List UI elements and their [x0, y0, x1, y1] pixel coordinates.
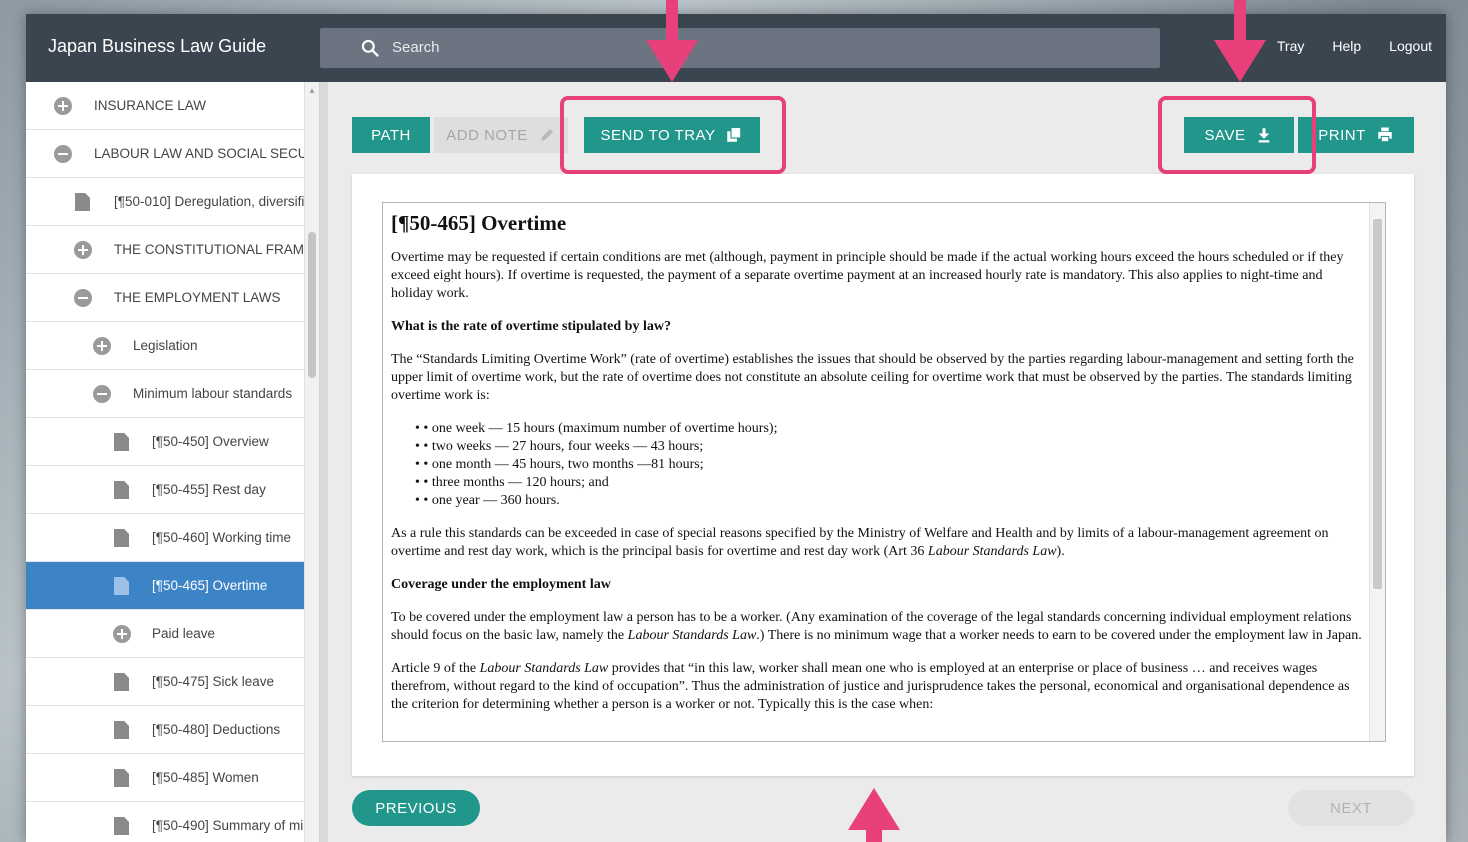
arrow-down-icon — [1214, 0, 1266, 82]
search-icon — [361, 39, 379, 57]
printer-icon — [1378, 127, 1392, 143]
document-icon — [114, 577, 129, 595]
sidebar-item-summary[interactable]: [¶50-490] Summary of mi — [26, 802, 305, 842]
document-icon — [114, 673, 129, 691]
document-scrollbar[interactable] — [1369, 203, 1385, 741]
sidebar-item-overtime[interactable]: [¶50-465] Overtime — [26, 562, 305, 610]
tray-link[interactable]: Tray — [1277, 38, 1304, 54]
send-to-tray-highlight — [560, 96, 786, 174]
sidebar-item-legislation[interactable]: Legislation — [26, 322, 305, 370]
sidebar-item-label: INSURANCE LAW — [94, 98, 207, 113]
sidebar-item-deregulation[interactable]: [¶50-010] Deregulation, diversifi — [26, 178, 305, 226]
sidebar-item-label: [¶50-460] Working time — [152, 530, 292, 545]
document-icon — [114, 481, 129, 499]
add-note-button-label: ADD NOTE — [446, 126, 528, 144]
section-heading: What is the rate of overtime stipulated … — [391, 319, 671, 334]
list-item: one week — 15 hours (maximum number of o… — [415, 420, 1363, 438]
sidebar-item-working-time[interactable]: [¶50-460] Working time — [26, 514, 305, 562]
minus-circle-icon[interactable] — [74, 289, 92, 307]
sidebar-tree: INSURANCE LAW LABOUR LAW AND SOCIAL SECU… — [26, 82, 320, 842]
sidebar-item-label: [¶50-465] Overtime — [152, 578, 268, 593]
arrow-down-icon — [646, 0, 698, 82]
sidebar-item-label: [¶50-450] Overview — [152, 434, 269, 449]
sidebar-item-sick-leave[interactable]: [¶50-475] Sick leave — [26, 658, 305, 706]
document-icon — [114, 529, 129, 547]
search-input[interactable]: Search — [320, 28, 1160, 68]
list-item: one year — 360 hours. — [415, 492, 1363, 510]
paragraph: To be covered under the employment law a… — [391, 610, 1362, 643]
sidebar-item-label: [¶50-010] Deregulation, diversifi — [114, 194, 305, 209]
sidebar-item-label: THE EMPLOYMENT LAWS — [114, 290, 281, 305]
path-button[interactable]: PATH — [352, 117, 430, 153]
document-icon — [75, 193, 90, 211]
add-note-button[interactable]: ADD NOTE — [434, 117, 568, 153]
sidebar-item-label: Paid leave — [152, 626, 216, 641]
document-icon — [114, 817, 129, 835]
paragraph: Article 9 of the Labour Standards Law pr… — [391, 661, 1350, 712]
pencil-icon — [540, 129, 553, 141]
sidebar-item-constitutional-frame[interactable]: THE CONSTITUTIONAL FRAME — [26, 226, 305, 274]
document-scroll-thumb[interactable] — [1373, 219, 1382, 589]
app-title[interactable]: Japan Business Law Guide — [48, 36, 266, 57]
plus-circle-icon[interactable] — [113, 625, 131, 643]
document-card: [¶50-465] Overtime Overtime may be reque… — [352, 174, 1414, 776]
document-icon — [114, 769, 129, 787]
sidebar-item-rest-day[interactable]: [¶50-455] Rest day — [26, 466, 305, 514]
plus-circle-icon[interactable] — [93, 337, 111, 355]
plus-circle-icon[interactable] — [74, 241, 92, 259]
paragraph: Overtime may be requested if certain con… — [391, 250, 1344, 301]
sidebar-scrollbar[interactable]: ▲ — [304, 82, 319, 842]
sidebar-item-label: [¶50-485] Women — [152, 770, 259, 785]
save-highlight — [1158, 96, 1316, 174]
minus-circle-icon[interactable] — [54, 145, 72, 163]
sidebar-item-employment-laws[interactable]: THE EMPLOYMENT LAWS — [26, 274, 305, 322]
sidebar-item-paid-leave[interactable]: Paid leave — [26, 610, 305, 658]
sidebar-item-deductions[interactable]: [¶50-480] Deductions — [26, 706, 305, 754]
minus-circle-icon[interactable] — [93, 385, 111, 403]
list-item: two weeks — 27 hours, four weeks — 43 ho… — [415, 438, 1363, 456]
document-icon — [114, 433, 129, 451]
scroll-up-icon[interactable]: ▲ — [308, 86, 316, 95]
overtime-limits-list: one week — 15 hours (maximum number of o… — [415, 420, 1363, 510]
search-placeholder: Search — [392, 39, 440, 56]
previous-button[interactable]: PREVIOUS — [352, 790, 480, 826]
logout-link[interactable]: Logout — [1389, 38, 1432, 54]
list-item: three months — 120 hours; and — [415, 474, 1363, 492]
help-link[interactable]: Help — [1332, 38, 1361, 54]
arrow-up-icon — [848, 788, 900, 842]
sidebar-scroll-thumb[interactable] — [308, 232, 316, 378]
sidebar-item-label: Legislation — [133, 338, 198, 353]
sidebar-item-labour-law[interactable]: LABOUR LAW AND SOCIAL SECUR — [26, 130, 305, 178]
path-button-label: PATH — [371, 126, 411, 144]
paragraph: The “Standards Limiting Overtime Work” (… — [391, 352, 1354, 403]
sidebar-item-overview[interactable]: [¶50-450] Overview — [26, 418, 305, 466]
sidebar-item-label: [¶50-480] Deductions — [152, 722, 281, 737]
sidebar-item-minimum-labour-standards[interactable]: Minimum labour standards — [26, 370, 305, 418]
document-title: [¶50-465] Overtime — [391, 211, 567, 235]
document-viewer[interactable]: [¶50-465] Overtime Overtime may be reque… — [382, 202, 1386, 742]
sidebar-item-label: [¶50-455] Rest day — [152, 482, 266, 497]
print-button-label: PRINT — [1318, 126, 1366, 144]
pane-divider[interactable] — [320, 82, 328, 842]
sidebar-item-label: [¶50-490] Summary of mi — [152, 818, 304, 833]
section-heading: Coverage under the employment law — [391, 577, 611, 592]
sidebar-item-insurance-law[interactable]: INSURANCE LAW — [26, 82, 305, 130]
sidebar-item-label: [¶50-475] Sick leave — [152, 674, 275, 689]
sidebar-item-women[interactable]: [¶50-485] Women — [26, 754, 305, 802]
app-window: Japan Business Law Guide Search Tray Hel… — [26, 0, 1446, 842]
next-button[interactable]: NEXT — [1288, 790, 1414, 826]
document-icon — [114, 721, 129, 739]
plus-circle-icon[interactable] — [54, 97, 72, 115]
paragraph: As a rule this standards can be exceeded… — [391, 526, 1329, 559]
top-links: Tray Help Logout — [1277, 38, 1432, 54]
sidebar-item-label: THE CONSTITUTIONAL FRAME — [114, 242, 305, 257]
list-item: one month — 45 hours, two months —81 hou… — [415, 456, 1363, 474]
sidebar-item-label: Minimum labour standards — [133, 386, 293, 401]
sidebar-item-label: LABOUR LAW AND SOCIAL SECUR — [94, 146, 305, 161]
document-body: [¶50-465] Overtime Overtime may be reque… — [391, 211, 1363, 729]
